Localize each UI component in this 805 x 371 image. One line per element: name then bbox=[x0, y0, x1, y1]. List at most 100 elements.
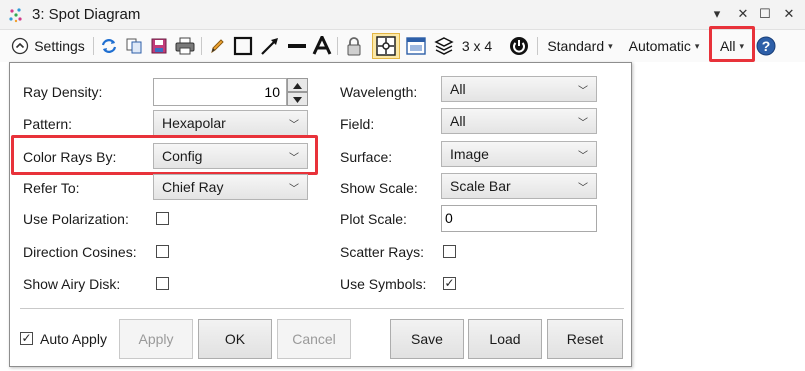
title-bar: 3: Spot Diagram ▾ ✕ ☐ ✕ bbox=[0, 0, 805, 30]
surface-dropdown[interactable]: Image ﹀ bbox=[441, 141, 597, 167]
refer-to-dropdown[interactable]: Chief Ray ﹀ bbox=[153, 174, 308, 200]
rectangle-icon bbox=[233, 36, 253, 56]
use-polarization-checkbox[interactable] bbox=[156, 212, 169, 225]
use-polarization-label: Use Polarization: bbox=[23, 211, 129, 227]
help-button[interactable]: ? bbox=[755, 34, 777, 58]
layers-button[interactable] bbox=[432, 34, 456, 58]
ray-density-input[interactable]: 10 bbox=[153, 78, 287, 106]
automatic-dropdown[interactable]: Automatic ▾ bbox=[622, 34, 706, 58]
show-airy-disk-label: Show Airy Disk: bbox=[23, 276, 121, 292]
close-icon[interactable]: ✕ bbox=[734, 5, 752, 23]
footer-divider bbox=[20, 308, 624, 309]
ok-button[interactable]: OK bbox=[198, 319, 272, 359]
cancel-button[interactable]: Cancel bbox=[277, 319, 351, 359]
settings-panel: Ray Density: 10 Pattern: Hexapolar ﹀ Col… bbox=[9, 62, 632, 367]
close-window-icon[interactable]: ✕ bbox=[780, 5, 798, 23]
pattern-label: Pattern: bbox=[23, 116, 73, 132]
save-button[interactable]: Save bbox=[390, 319, 464, 359]
line-icon bbox=[288, 44, 306, 48]
automatic-label: Automatic bbox=[628, 38, 691, 54]
all-dropdown-highlight bbox=[709, 26, 755, 62]
show-scale-label: Show Scale: bbox=[340, 180, 418, 196]
lock-button[interactable] bbox=[342, 34, 366, 58]
copy-button[interactable] bbox=[123, 34, 145, 58]
line-tool-button[interactable] bbox=[285, 34, 309, 58]
auto-apply-label: Auto Apply bbox=[40, 331, 107, 347]
apply-button[interactable]: Apply bbox=[119, 319, 193, 359]
chevron-down-icon: ﹀ bbox=[289, 120, 299, 131]
refer-to-label: Refer To: bbox=[23, 180, 80, 196]
field-dropdown[interactable]: All ﹀ bbox=[441, 108, 597, 134]
direction-cosines-label: Direction Cosines: bbox=[23, 244, 137, 260]
chevron-down-icon: ﹀ bbox=[289, 184, 299, 195]
toolbar-separator bbox=[337, 37, 338, 55]
chevron-circle-icon bbox=[12, 37, 29, 55]
arrow-tool-button[interactable] bbox=[258, 34, 282, 58]
color-rays-by-highlight bbox=[11, 135, 318, 175]
wavelength-value: All bbox=[450, 81, 466, 97]
pattern-dropdown[interactable]: Hexapolar ﹀ bbox=[153, 110, 308, 136]
refresh-button[interactable] bbox=[98, 34, 120, 58]
refer-to-value: Chief Ray bbox=[162, 179, 224, 195]
plot-scale-value: 0 bbox=[445, 210, 453, 226]
ray-density-spinner[interactable] bbox=[287, 78, 308, 106]
load-button[interactable]: Load bbox=[468, 319, 542, 359]
plot-scale-input[interactable]: 0 bbox=[441, 205, 597, 232]
chevron-down-icon: ▾ bbox=[608, 40, 613, 51]
refresh-icon bbox=[101, 39, 117, 53]
spot-diagram-app-icon bbox=[9, 8, 22, 23]
power-icon bbox=[510, 37, 528, 55]
toolbar-separator bbox=[93, 37, 94, 55]
show-airy-disk-checkbox[interactable] bbox=[156, 277, 169, 290]
crosshair-grid-icon bbox=[376, 36, 396, 56]
settings-button[interactable]: Settings bbox=[6, 34, 90, 58]
rectangle-tool-button[interactable] bbox=[231, 34, 255, 58]
power-button[interactable] bbox=[507, 34, 531, 58]
wavelength-dropdown[interactable]: All ﹀ bbox=[441, 76, 597, 102]
direction-cosines-checkbox[interactable] bbox=[156, 245, 169, 258]
pencil-tool-button[interactable] bbox=[206, 34, 228, 58]
chevron-down-icon: ﹀ bbox=[578, 151, 588, 162]
layout-size-label: 3 x 4 bbox=[461, 38, 493, 54]
ray-density-value: 10 bbox=[264, 84, 280, 100]
copy-icon bbox=[126, 38, 142, 54]
triangle-up-icon bbox=[293, 83, 302, 89]
save-image-button[interactable] bbox=[148, 34, 170, 58]
text-tool-button[interactable] bbox=[311, 34, 333, 58]
print-button[interactable] bbox=[173, 34, 197, 58]
show-scale-value: Scale Bar bbox=[450, 178, 511, 194]
chevron-down-icon: ﹀ bbox=[578, 86, 588, 97]
layout-grid-toggle[interactable] bbox=[372, 33, 400, 59]
chevron-down-icon: ﹀ bbox=[578, 183, 588, 194]
standard-dropdown[interactable]: Standard ▾ bbox=[542, 34, 618, 58]
chevron-down-icon: ﹀ bbox=[578, 118, 588, 129]
spin-up-button[interactable] bbox=[287, 78, 308, 92]
toolbar: Settings 3 x 4 Standard ▾ Automatic ▾ Al… bbox=[0, 26, 805, 62]
pattern-value: Hexapolar bbox=[162, 115, 226, 131]
maximize-icon[interactable]: ☐ bbox=[756, 5, 774, 23]
plot-scale-label: Plot Scale: bbox=[340, 211, 407, 227]
printer-icon bbox=[175, 37, 195, 55]
spin-down-button[interactable] bbox=[287, 92, 308, 106]
auto-apply-checkbox[interactable]: ✓ bbox=[20, 332, 33, 345]
window-options-button[interactable] bbox=[404, 34, 428, 58]
help-icon: ? bbox=[756, 36, 776, 56]
toolbar-separator bbox=[201, 37, 202, 55]
layers-icon bbox=[434, 37, 454, 55]
wavelength-label: Wavelength: bbox=[340, 84, 418, 100]
surface-value: Image bbox=[450, 146, 489, 162]
save-image-icon bbox=[151, 38, 167, 54]
arrow-icon bbox=[261, 38, 278, 55]
svg-text:?: ? bbox=[762, 38, 771, 54]
collapse-icon[interactable]: ▾ bbox=[708, 5, 726, 23]
field-label: Field: bbox=[340, 116, 375, 132]
show-scale-dropdown[interactable]: Scale Bar ﹀ bbox=[441, 173, 597, 199]
triangle-down-icon bbox=[293, 97, 302, 103]
scatter-rays-label: Scatter Rays: bbox=[340, 244, 425, 260]
surface-label: Surface: bbox=[340, 149, 393, 165]
scatter-rays-checkbox[interactable] bbox=[443, 245, 456, 258]
use-symbols-checkbox[interactable]: ✓ bbox=[443, 277, 456, 290]
reset-button[interactable]: Reset bbox=[547, 319, 623, 359]
use-symbols-label: Use Symbols: bbox=[340, 276, 427, 292]
layout-size-button[interactable]: 3 x 4 bbox=[459, 34, 495, 58]
